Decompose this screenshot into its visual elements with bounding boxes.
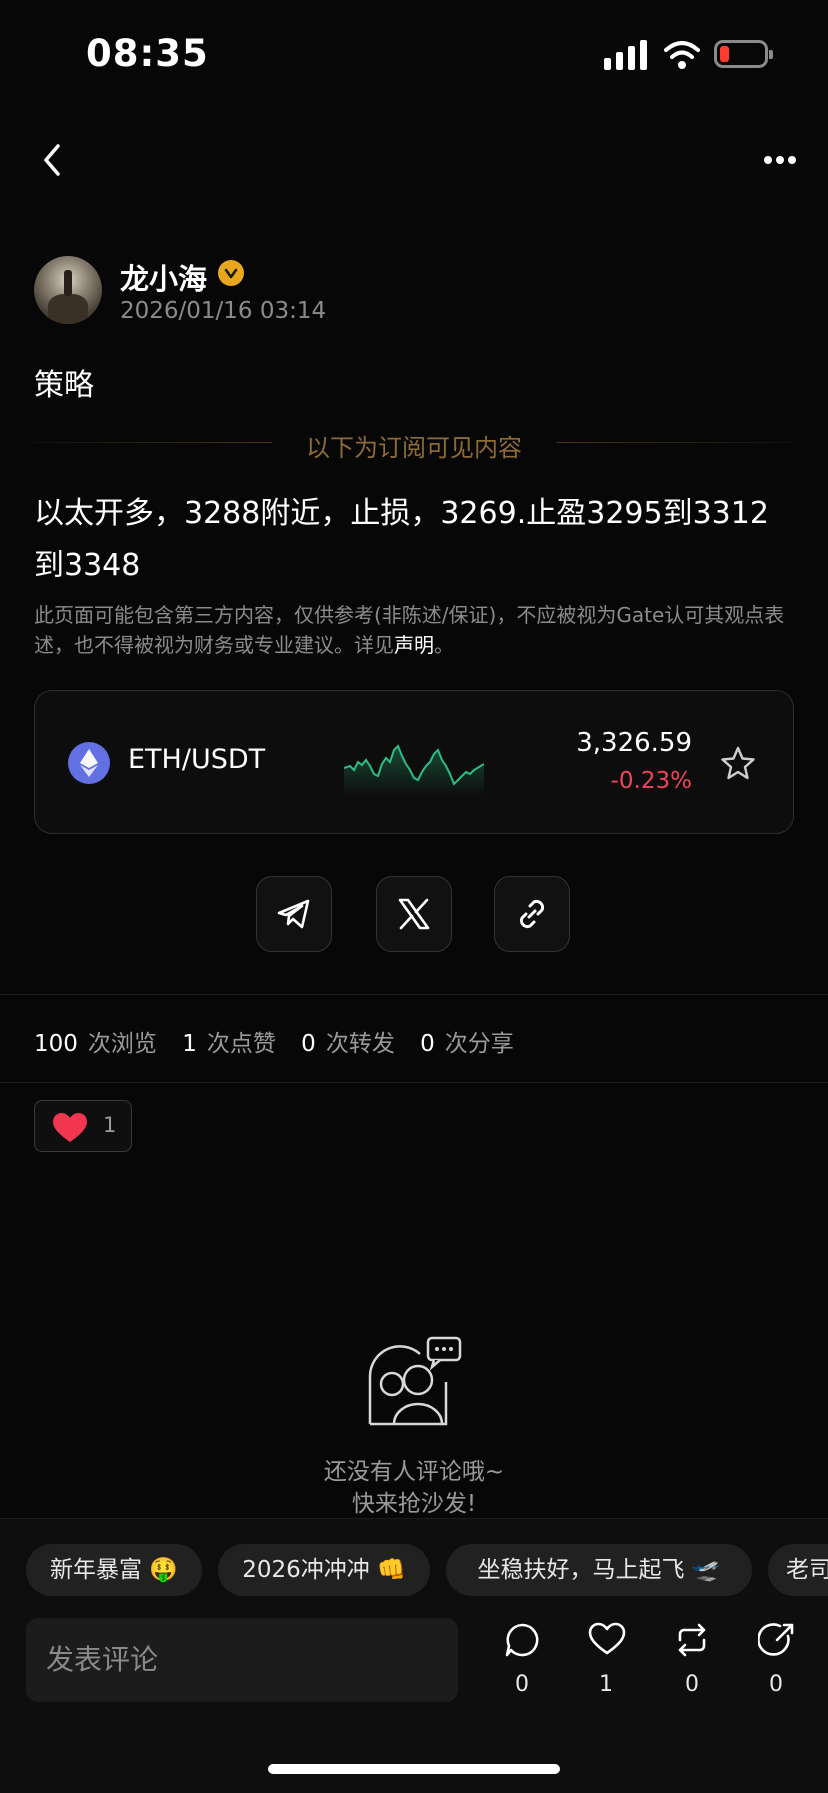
reposts-count: 0	[301, 1031, 316, 1057]
repost-count: 0	[685, 1672, 699, 1697]
divider	[0, 1082, 828, 1083]
no-comments-illustration	[368, 1336, 462, 1426]
author-name[interactable]: 龙小海	[120, 256, 207, 298]
likes-count: 1	[182, 1031, 197, 1057]
signal-icon	[604, 40, 648, 70]
comment-count: 0	[515, 1672, 529, 1697]
quick-reply-chip[interactable]: 新年暴富 🤑	[26, 1544, 202, 1596]
telegram-icon	[277, 899, 310, 929]
copy-link-button[interactable]	[494, 876, 570, 952]
share-telegram-button[interactable]	[256, 876, 332, 952]
more-options-button[interactable]	[760, 148, 800, 172]
comment-button[interactable]: 0	[492, 1622, 552, 1702]
share-x-button[interactable]	[376, 876, 452, 952]
verified-badge-icon	[218, 260, 244, 286]
quick-reply-chip[interactable]: 2026冲冲冲 👊	[218, 1544, 430, 1596]
empty-comments-text: 还没有人评论哦~	[323, 1459, 505, 1485]
wifi-icon	[664, 40, 700, 70]
heart-reaction-button[interactable]: 1	[34, 1100, 132, 1152]
likes-label: 次点赞	[206, 1031, 276, 1057]
shares-count: 0	[420, 1031, 435, 1057]
back-button[interactable]	[36, 140, 70, 180]
home-indicator	[268, 1764, 560, 1774]
shares-label: 次分享	[444, 1031, 514, 1057]
disclaimer-end: 。	[434, 633, 454, 657]
quick-reply-chip[interactable]: 坐稳扶好，马上起飞 🛫	[446, 1544, 752, 1596]
views-label: 次浏览	[87, 1031, 157, 1057]
post-body: 以太开多，3288附近，止损，3269.止盈3295到3312到3348	[34, 496, 769, 583]
post-title: 策略	[34, 368, 94, 403]
post-stats: 100 次浏览 1 次点赞 0 次转发 0 次分享	[34, 1024, 532, 1058]
eth-icon	[68, 742, 110, 784]
post-timestamp: 2026/01/16 03:14	[120, 298, 327, 324]
divider	[0, 994, 828, 995]
battery-icon	[714, 40, 773, 68]
comment-icon	[505, 1623, 539, 1657]
quick-reply-chip[interactable]: 老司	[768, 1544, 828, 1596]
empty-comments-subtext: 快来抢沙发!	[351, 1491, 477, 1517]
favorite-star-icon[interactable]	[716, 742, 760, 786]
like-count: 1	[599, 1672, 613, 1697]
ticker-pair: ETH/USDT	[128, 744, 266, 775]
reaction-count: 1	[103, 1113, 117, 1137]
ticker-price: 3,326.59	[576, 728, 692, 758]
link-icon	[519, 899, 545, 929]
disclaimer: 此页面可能包含第三方内容，仅供参考(非陈述/保证)，不应被视为Gate认可其观点…	[34, 600, 794, 660]
repost-button[interactable]: 0	[662, 1622, 722, 1702]
x-icon	[398, 898, 430, 930]
share-count: 0	[769, 1672, 783, 1697]
ticker-change: -0.23%	[610, 768, 692, 794]
share-icon	[758, 1623, 794, 1656]
repost-icon	[678, 1623, 706, 1657]
heart-outline-icon	[588, 1622, 626, 1655]
avatar[interactable]	[34, 256, 102, 324]
reposts-label: 次转发	[325, 1031, 395, 1057]
like-button[interactable]: 1	[576, 1622, 636, 1702]
sparkline-chart	[344, 744, 484, 796]
heart-icon	[53, 1113, 87, 1142]
subscription-divider-label: 以下为订阅可见内容	[306, 434, 522, 462]
status-time: 08:35	[86, 32, 209, 75]
divider-right	[556, 442, 794, 443]
disclaimer-link[interactable]: 声明	[394, 633, 434, 657]
share-button[interactable]: 0	[746, 1622, 806, 1702]
comment-input[interactable]: 发表评论	[26, 1618, 458, 1702]
views-count: 100	[34, 1031, 78, 1057]
